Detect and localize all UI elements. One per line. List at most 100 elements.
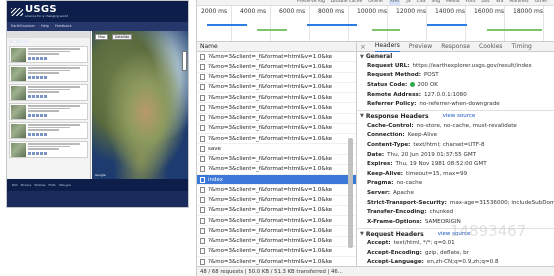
filter-img[interactable]: Img — [431, 0, 440, 5]
name-column-header[interactable]: Name — [197, 42, 356, 52]
tab-cookies[interactable]: Cookies — [479, 42, 503, 52]
filter-js[interactable]: JS — [406, 0, 410, 5]
tab-headers[interactable]: Headers — [374, 42, 400, 52]
result-action-icon[interactable] — [28, 94, 31, 98]
usgs-logo[interactable]: USGS science for a changing world — [11, 5, 68, 18]
result-action-icon[interactable] — [32, 132, 35, 136]
request-row[interactable]: ?&mo=3&client=_f&format=html&v=1.0&ke — [197, 165, 356, 175]
footer-link[interactable]: FOIA — [49, 183, 56, 187]
map-view[interactable]: Map Satellite Google — [92, 31, 188, 179]
filter-media[interactable]: Media — [446, 0, 460, 5]
disable-cache-checkbox[interactable]: Disable cache — [331, 0, 362, 5]
request-row[interactable]: ?&mo=3&client=_f&format=html&v=1.0&ke — [197, 196, 356, 206]
footer-link[interactable]: USA.gov — [59, 183, 72, 187]
throttle-select[interactable]: Online — [368, 0, 383, 5]
result-item[interactable] — [9, 103, 88, 120]
map-zoom-control[interactable] — [182, 51, 187, 71]
request-row[interactable]: ?&mo=3&client=_f&format=html&v=1.0&ke — [197, 103, 356, 114]
request-row[interactable]: ?&mo=3&client=_f&format=html&v=1.0&ke — [197, 216, 356, 227]
tab-preview[interactable]: Preview — [409, 42, 432, 52]
request-row[interactable]: ?&mo=3&client=_f&format=html&v=1.0&ke — [197, 185, 356, 196]
request-row[interactable]: ?&mo=3&client=_f&format=html&v=1.0&ke — [197, 134, 356, 145]
result-action-icon[interactable] — [36, 113, 39, 117]
result-action-icon[interactable] — [28, 113, 31, 117]
tab-response[interactable]: Response — [441, 42, 470, 52]
request-row[interactable]: ?&mo=3&client=_f&format=html&v=1.0&ke — [197, 237, 356, 247]
request-list-scrollbar[interactable] — [348, 138, 353, 248]
tab-timing[interactable]: Timing — [512, 42, 532, 52]
result-action-icon[interactable] — [40, 132, 43, 136]
app-nav-item[interactable]: EarthExplorer — [11, 24, 35, 29]
result-action-icon[interactable] — [36, 132, 39, 136]
result-item[interactable] — [9, 84, 88, 101]
scene-thumbnail[interactable] — [11, 143, 26, 157]
app-nav-item[interactable]: Feedback — [55, 24, 72, 29]
filter-font[interactable]: Font — [466, 0, 476, 5]
request-row[interactable]: save — [197, 144, 356, 155]
result-action-icon[interactable] — [28, 56, 31, 60]
preserve-log-checkbox[interactable]: Preserve log — [297, 0, 325, 5]
result-action-icon[interactable] — [28, 151, 31, 155]
scene-thumbnail[interactable] — [11, 105, 26, 119]
result-action-icon[interactable] — [28, 132, 31, 136]
result-item[interactable] — [9, 122, 88, 139]
app-nav-item[interactable]: Help — [41, 24, 49, 29]
result-action-icon[interactable] — [32, 75, 35, 79]
result-action-icon[interactable] — [36, 94, 39, 98]
result-action-icon[interactable] — [36, 56, 39, 60]
scene-thumbnail[interactable] — [11, 124, 26, 138]
map-type-satellite-tab[interactable]: Satellite — [112, 34, 133, 40]
request-row[interactable]: ?&mo=3&client=_f&format=html&v=1.0&ke — [197, 73, 356, 83]
result-action-icon[interactable] — [40, 151, 43, 155]
result-item[interactable] — [9, 46, 88, 63]
close-icon[interactable]: × — [360, 42, 366, 52]
result-action-icon[interactable] — [44, 113, 47, 117]
result-action-icon[interactable] — [32, 94, 35, 98]
filter-manifest[interactable]: Manifest — [509, 0, 528, 5]
filter-doc[interactable]: Doc — [481, 0, 490, 5]
request-row[interactable]: ?&mo=3&client=_f&format=html&v=1.0&ke — [197, 206, 356, 216]
request-row[interactable]: ?&mo=3&client=_f&format=html&v=1.0&ke — [197, 52, 356, 63]
result-action-icon[interactable] — [32, 56, 35, 60]
result-action-icon[interactable] — [32, 151, 35, 155]
request-row[interactable]: ?&mo=3&client=_f&format=html&v=1.0&ke — [197, 83, 356, 93]
result-action-icon[interactable] — [44, 75, 47, 79]
filter-css[interactable]: CSS — [417, 0, 426, 5]
filter-other[interactable]: Other — [535, 0, 548, 5]
request-row[interactable]: index — [197, 175, 356, 186]
filter-xhr[interactable]: XHR — [388, 0, 401, 5]
request-row[interactable]: ?&mo=3&client=_f&format=html&v=1.0&ke — [197, 93, 356, 104]
request-row[interactable]: ?&mo=3&client=_f&format=html&v=1.0&ke — [197, 257, 356, 266]
network-timeline-overview[interactable]: 2000 ms 4000 ms 6000 ms 8000 ms 10000 ms 1200… — [197, 6, 554, 42]
view-source-link[interactable]: view source — [443, 113, 476, 119]
panel-tab[interactable] — [9, 39, 14, 43]
result-item[interactable] — [9, 141, 88, 158]
result-action-icon[interactable] — [28, 75, 31, 79]
result-action-icon[interactable] — [44, 151, 47, 155]
request-row[interactable]: ?&mo=3&client=_f&format=html&v=1.0&ke — [197, 114, 356, 124]
result-action-icon[interactable] — [36, 151, 39, 155]
result-action-icon[interactable] — [36, 75, 39, 79]
result-action-icon[interactable] — [40, 56, 43, 60]
response-headers-toggle[interactable]: ▼ Response Headers view source — [357, 112, 554, 121]
footer-link[interactable]: DOI — [12, 183, 18, 187]
panel-tab[interactable] — [15, 39, 21, 43]
general-section-toggle[interactable]: ▼ General — [357, 52, 554, 61]
result-action-icon[interactable] — [32, 113, 35, 117]
result-item[interactable] — [9, 65, 88, 82]
footer-link[interactable]: Policies — [34, 183, 45, 187]
request-row[interactable]: ?&mo=3&client=_f&format=html&v=1.0&ke — [197, 62, 356, 73]
filter-ws[interactable]: WS — [496, 0, 503, 5]
request-row[interactable]: ?&mo=3&client=_f&format=html&v=1.0&ke — [197, 247, 356, 257]
map-type-map-tab[interactable]: Map — [95, 34, 109, 40]
result-action-icon[interactable] — [40, 113, 43, 117]
scene-thumbnail[interactable] — [11, 67, 26, 81]
request-row[interactable]: ?&mo=3&client=_f&format=html&v=1.0&ke — [197, 124, 356, 134]
scene-thumbnail[interactable] — [11, 86, 26, 100]
request-row[interactable]: ?&mo=3&client=_f&format=html&v=1.0&ke — [197, 226, 356, 237]
result-action-icon[interactable] — [40, 75, 43, 79]
panel-tab[interactable] — [22, 39, 28, 43]
result-action-icon[interactable] — [44, 132, 47, 136]
result-action-icon[interactable] — [44, 94, 47, 98]
result-action-icon[interactable] — [44, 56, 47, 60]
